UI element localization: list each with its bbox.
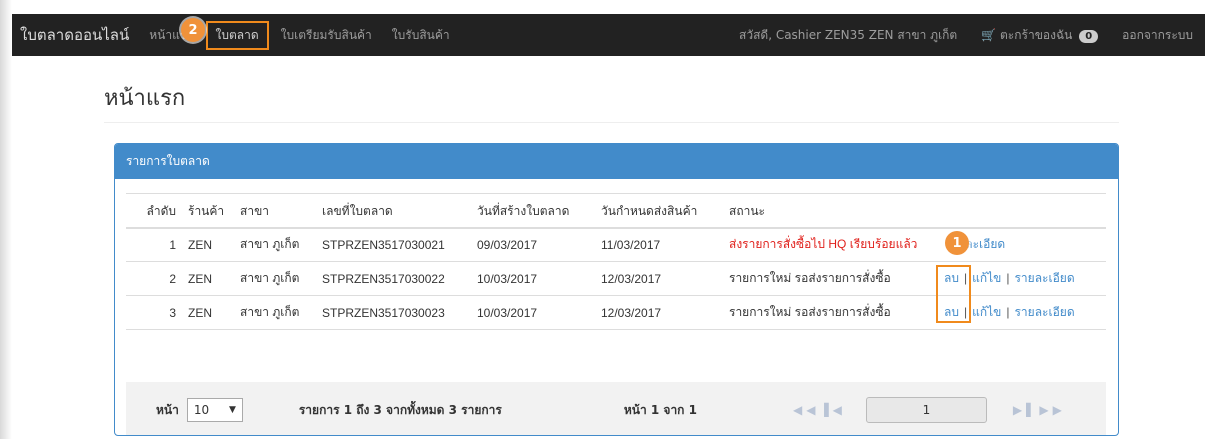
- cell-no: 2: [126, 261, 184, 296]
- chevron-down-icon: ▼: [228, 405, 236, 415]
- next-last-page-buttons[interactable]: ▶▌▶▶: [1013, 403, 1066, 417]
- col-status: สถานะ: [725, 193, 940, 229]
- brand-title[interactable]: ใบตลาดออนไลน์: [12, 23, 139, 47]
- col-actions: [940, 193, 1106, 229]
- col-created: วันที่สร้างใบตลาด: [473, 193, 597, 229]
- callout-two-marker: 2: [181, 18, 205, 42]
- cell-store: ZEN: [184, 295, 236, 330]
- detail-link[interactable]: รายละเอียด: [1014, 271, 1074, 285]
- page-size-select[interactable]: 10 ▼: [186, 398, 243, 422]
- cell-created: 10/03/2017: [473, 261, 597, 296]
- nav-receive[interactable]: ใบรับสินค้า: [382, 26, 460, 45]
- current-page-input[interactable]: 1: [865, 397, 987, 423]
- action-separator: |: [1006, 271, 1010, 285]
- nav-prepare-receive[interactable]: ใบเตรียมรับสินค้า: [271, 26, 382, 45]
- callout-one-marker: 1: [945, 231, 969, 255]
- cell-no: 3: [126, 295, 184, 330]
- page-size-value: 10: [193, 403, 210, 417]
- last-page-icon[interactable]: ▶▶: [1039, 403, 1065, 417]
- table-header-row: ลำดับ ร้านค้า สาขา เลขที่ใบตลาด วันที่สร…: [126, 193, 1106, 229]
- navbar-right: สวัสดี, Cashier ZEN35 ZEN สาขา ภูเก็ต 🛒 …: [727, 26, 1205, 45]
- cart-label: ตะกร้าของฉัน: [1000, 27, 1073, 42]
- page-size-label: หน้า: [156, 402, 179, 417]
- cell-doc-no: STPRZEN3517030022: [318, 261, 473, 296]
- page-title: หน้าแรก: [104, 86, 186, 111]
- cell-status: ส่งรายการสั่งซื้อไป HQ เรียบร้อยแล้ว: [725, 227, 940, 262]
- edit-link[interactable]: แก้ไข: [972, 271, 1001, 285]
- cell-no: 1: [126, 227, 184, 262]
- cell-created: 09/03/2017: [473, 227, 597, 262]
- action-separator: |: [1006, 305, 1010, 319]
- cell-due: 11/03/2017: [597, 227, 725, 262]
- col-branch: สาขา: [236, 193, 318, 229]
- cart-count-badge: 0: [1079, 29, 1099, 43]
- logout-link[interactable]: ออกจากระบบ: [1110, 26, 1205, 45]
- cart-icon: 🛒: [981, 27, 997, 42]
- user-greeting[interactable]: สวัสดี, Cashier ZEN35 ZEN สาขา ภูเก็ต: [727, 26, 969, 45]
- cell-status: รายการใหม่ รอส่งรายการสั่งซื้อ: [725, 261, 940, 296]
- cell-store: ZEN: [184, 227, 236, 262]
- col-no: ลำดับ: [126, 193, 184, 229]
- cell-created: 10/03/2017: [473, 295, 597, 330]
- cell-status: รายการใหม่ รอส่งรายการสั่งซื้อ: [725, 295, 940, 330]
- first-prev-page-buttons[interactable]: ◀◀▐◀: [793, 403, 846, 417]
- col-store: ร้านค้า: [184, 193, 236, 229]
- detail-link[interactable]: รายละเอียด: [1014, 305, 1074, 319]
- cell-doc-no: STPRZEN3517030021: [318, 227, 473, 262]
- page-of-label: หน้า 1 จาก 1: [623, 402, 697, 417]
- title-divider: [104, 122, 1119, 123]
- edit-link[interactable]: แก้ไข: [972, 305, 1001, 319]
- col-doc-no: เลขที่ใบตลาด: [318, 193, 473, 229]
- first-page-icon[interactable]: ◀◀: [793, 403, 819, 417]
- panel-heading: รายการใบตลาด: [115, 144, 1118, 179]
- cell-due: 12/03/2017: [597, 261, 725, 296]
- pagination-bar: หน้า 10 ▼ รายการ 1 ถึง 3 จากทั้งหมด 3 รา…: [126, 382, 1106, 435]
- prev-page-icon[interactable]: ▐◀: [819, 403, 845, 417]
- delete-highlight-box: [936, 265, 971, 323]
- col-due: วันกำหนดส่งสินค้า: [597, 193, 725, 229]
- cell-due: 12/03/2017: [597, 295, 725, 330]
- nav-market-sheet[interactable]: ใบตลาด: [205, 20, 269, 50]
- cell-branch: สาขา ภูเก็ต: [236, 295, 318, 330]
- cell-branch: สาขา ภูเก็ต: [236, 261, 318, 296]
- cell-branch: สาขา ภูเก็ต: [236, 227, 318, 262]
- cell-store: ZEN: [184, 261, 236, 296]
- window-edge: [0, 0, 12, 439]
- records-summary: รายการ 1 ถึง 3 จากทั้งหมด 3 รายการ: [298, 402, 502, 417]
- cart-link[interactable]: 🛒 ตะกร้าของฉัน 0: [969, 26, 1110, 45]
- next-page-icon[interactable]: ▶▌: [1013, 403, 1039, 417]
- cell-doc-no: STPRZEN3517030023: [318, 295, 473, 330]
